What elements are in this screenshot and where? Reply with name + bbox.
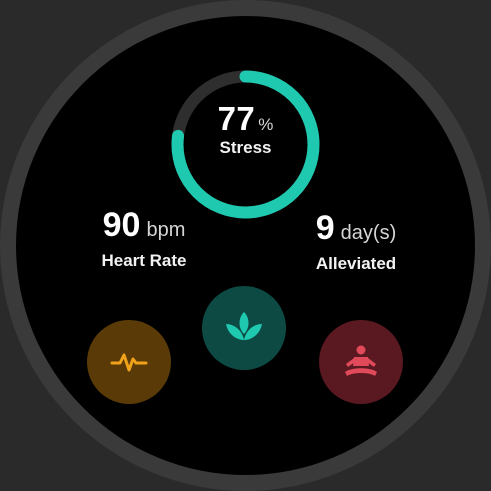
pulse-icon	[110, 353, 148, 372]
meditation-icon	[345, 345, 377, 376]
breathe-button[interactable]	[202, 286, 286, 370]
heart-rate-button[interactable]	[87, 320, 171, 404]
alleviated-metric: 9 day(s) Alleviated	[286, 209, 426, 274]
lotus-leaf-icon	[226, 312, 262, 340]
alleviated-label: Alleviated	[315, 254, 397, 273]
stress-value: 77	[217, 100, 256, 137]
heart-rate-value: 90	[102, 206, 141, 244]
relax-button[interactable]	[319, 320, 403, 404]
heart-rate-unit: bpm	[146, 219, 186, 241]
stress-unit: %	[258, 115, 274, 134]
watch-face-stage: 77% Stress 90 bpm Heart Rate 9 day(s) Alle…	[0, 0, 491, 491]
stress-ring[interactable]: 77% Stress	[169, 68, 322, 221]
watch-screen: 77% Stress 90 bpm Heart Rate 9 day(s) Alle…	[16, 16, 475, 475]
alleviated-unit: day(s)	[340, 222, 397, 244]
heart-rate-metric: 90 bpm Heart Rate	[74, 206, 214, 271]
alleviated-value: 9	[315, 209, 335, 247]
heart-rate-label: Heart Rate	[101, 251, 187, 270]
stress-label: Stress	[219, 138, 272, 157]
stress-readout: 77% Stress	[169, 100, 322, 158]
